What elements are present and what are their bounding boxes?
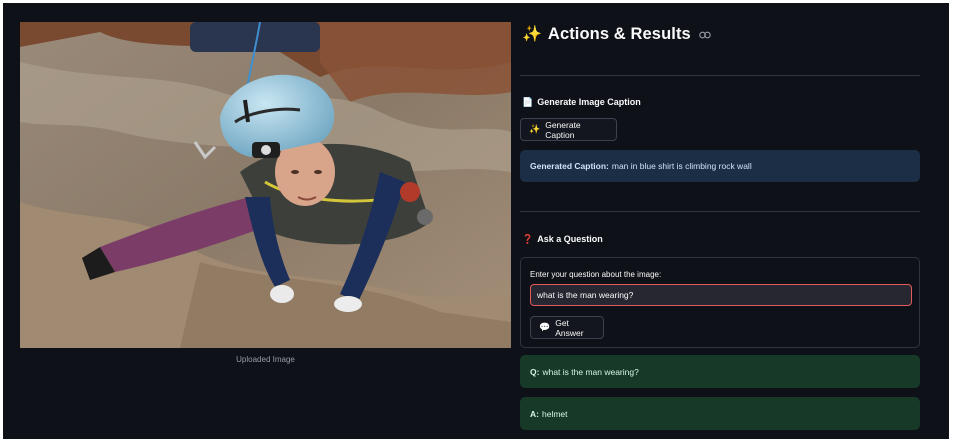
- question-form: Enter your question about the image: 💬 G…: [520, 257, 920, 348]
- question-section-title: Ask a Question: [537, 234, 603, 244]
- sparkles-icon: ✨: [529, 124, 541, 134]
- page-title: ✨ Actions & Results: [522, 25, 711, 44]
- get-answer-label: Get Answer: [555, 317, 584, 338]
- question-input[interactable]: [530, 284, 912, 306]
- caption-result-label: Generated Caption:: [530, 161, 609, 171]
- caption-result-alert: Generated Caption: man in blue shirt is …: [520, 150, 920, 182]
- divider: [520, 75, 920, 76]
- question-mark-icon: ❓: [522, 233, 534, 244]
- uploaded-image: [20, 22, 511, 348]
- generate-caption-button[interactable]: ✨ Generate Caption: [520, 118, 617, 141]
- climber-photo: [20, 22, 511, 348]
- app-root: Uploaded Image ✨ Actions & Results 📄 Gen…: [3, 3, 949, 439]
- question-section-heading: ❓ Ask a Question: [522, 234, 603, 244]
- page-title-text: Actions & Results: [547, 25, 691, 43]
- get-answer-button[interactable]: 💬 Get Answer: [530, 316, 604, 339]
- divider: [520, 211, 920, 212]
- question-input-label: Enter your question about the image:: [530, 270, 662, 279]
- sparkles-icon: ✨: [522, 25, 542, 43]
- question-echo-text: what is the man wearing?: [542, 366, 639, 377]
- generate-caption-label: Generate Caption: [545, 119, 581, 140]
- link-icon[interactable]: [699, 31, 711, 39]
- question-echo-alert: Q: what is the man wearing?: [520, 355, 920, 388]
- actions-panel: ✨ Actions & Results 📄 Generate Image Cap…: [520, 3, 920, 439]
- question-echo-label: Q:: [530, 366, 540, 377]
- answer-text: helmet: [541, 408, 568, 419]
- image-caption: Uploaded Image: [236, 355, 295, 364]
- answer-label: A:: [530, 408, 539, 419]
- caption-result-text: man in blue shirt is climbing rock wall: [611, 161, 752, 171]
- speech-bubble-icon: 💬: [539, 322, 551, 332]
- caption-section-heading: 📄 Generate Image Caption: [522, 97, 641, 107]
- caption-section-title: Generate Image Caption: [537, 97, 641, 107]
- document-icon: 📄: [522, 96, 534, 107]
- answer-alert: A: helmet: [520, 397, 920, 430]
